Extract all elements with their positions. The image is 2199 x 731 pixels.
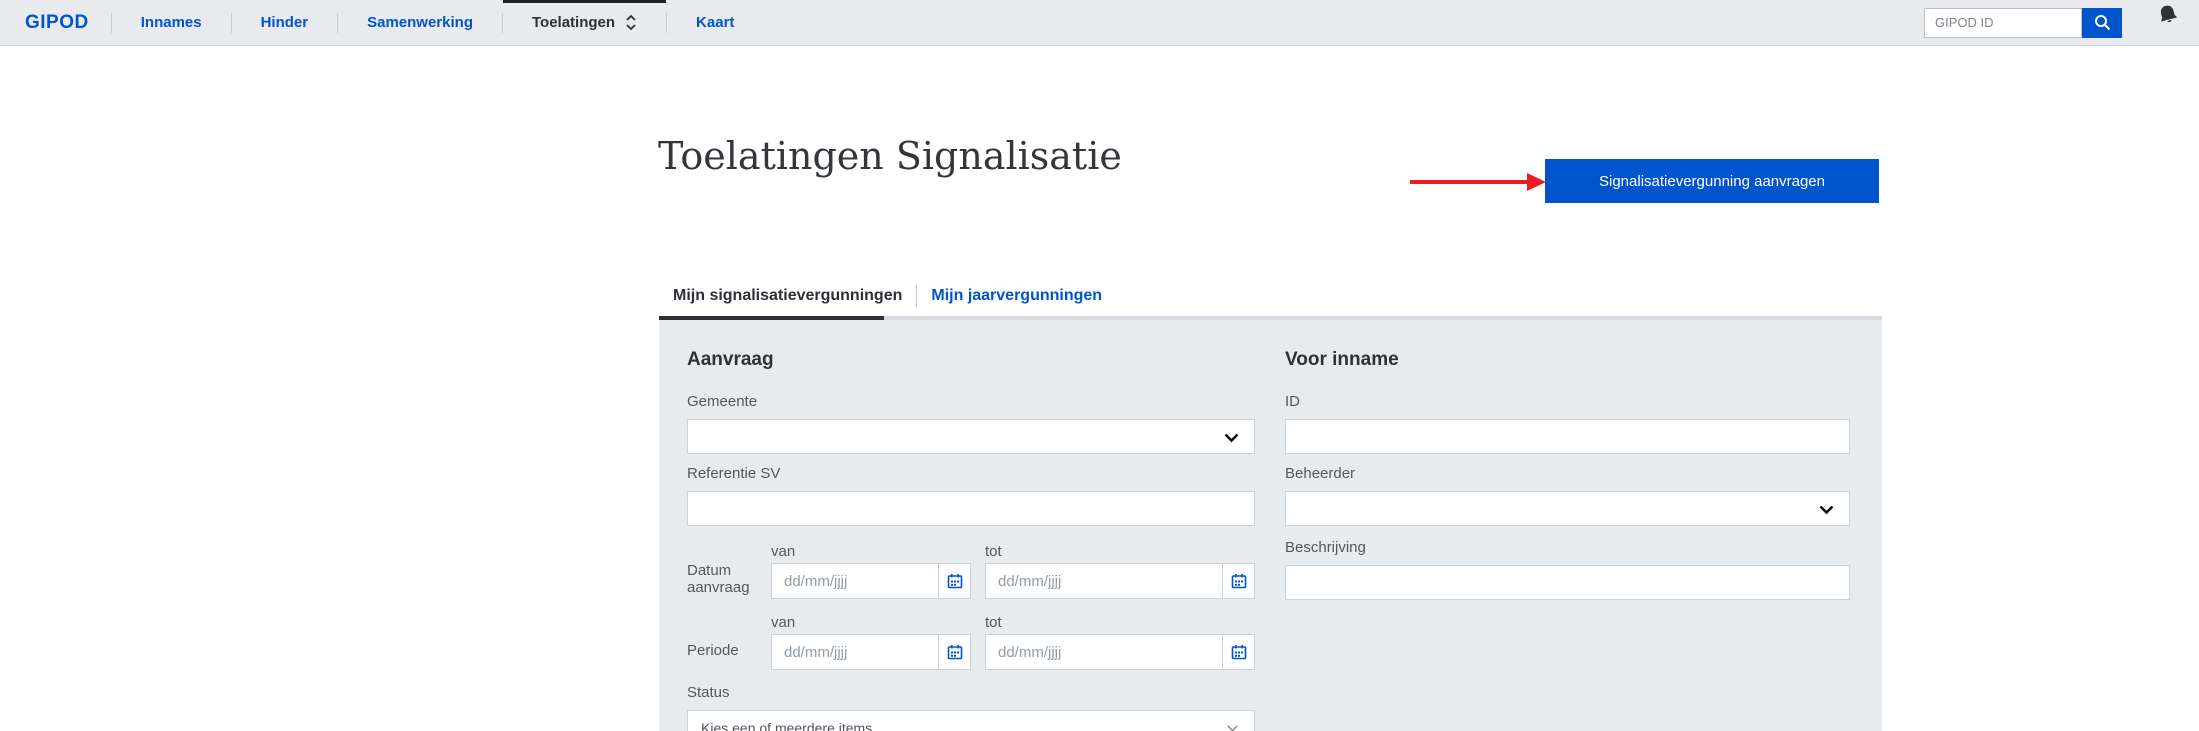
- datum-aanvraag-row: Datum aanvraag van: [687, 543, 1255, 599]
- beheerder-label: Beheerder: [1285, 465, 1850, 482]
- gipod-logo[interactable]: GIPOD: [25, 0, 111, 45]
- section-heading-voor-inname: Voor inname: [1285, 349, 1850, 371]
- id-label: ID: [1285, 393, 1850, 410]
- page-title: Toelatingen Signalisatie: [658, 134, 1122, 178]
- section-heading-aanvraag: Aanvraag: [687, 349, 1255, 371]
- datum-aanvraag-van-input[interactable]: [772, 564, 938, 598]
- referentie-sv-input[interactable]: [687, 491, 1255, 526]
- red-pointer-arrow: [1408, 169, 1548, 195]
- datum-aanvraag-van-group: van: [771, 543, 971, 599]
- nav-item-label: Hinder: [261, 14, 309, 31]
- notifications-bell-button[interactable]: [2150, 0, 2186, 30]
- datum-aanvraag-tot-input[interactable]: [986, 564, 1222, 598]
- nav-item-toelatingen[interactable]: Toelatingen: [503, 0, 666, 45]
- calendar-icon: [947, 573, 963, 589]
- periode-tot-group: tot: [985, 614, 1255, 670]
- gipod-id-search: [1924, 0, 2122, 45]
- nav-item-label: Kaart: [696, 14, 734, 31]
- datum-aanvraag-van-field: [771, 563, 971, 599]
- referentie-sv-label: Referentie SV: [687, 465, 1255, 482]
- status-placeholder: Kies een of meerdere items: [688, 720, 872, 731]
- nav-item-hinder[interactable]: Hinder: [232, 0, 338, 45]
- periode-tot-input[interactable]: [986, 635, 1222, 669]
- tot-label: tot: [985, 614, 1255, 631]
- bell-icon: [2153, 0, 2182, 29]
- nav-item-label: Toelatingen: [532, 14, 615, 31]
- tab-label: Mijn jaarvergunningen: [931, 287, 1102, 305]
- tab-mijn-signalisatievergunningen[interactable]: Mijn signalisatievergunningen: [659, 276, 916, 316]
- periode-van-input[interactable]: [772, 635, 938, 669]
- periode-van-calendar-button[interactable]: [938, 635, 970, 669]
- datum-aanvraag-label: Datum aanvraag: [687, 561, 771, 597]
- gipod-id-input[interactable]: [1924, 8, 2082, 38]
- chevron-down-icon: [1227, 725, 1238, 731]
- periode-label: Periode: [687, 632, 771, 668]
- tab-mijn-jaarvergunningen[interactable]: Mijn jaarvergunningen: [917, 276, 1116, 316]
- gemeente-label: Gemeente: [687, 393, 1255, 410]
- datum-aanvraag-tot-calendar-button[interactable]: [1222, 564, 1254, 598]
- datum-aanvraag-van-calendar-button[interactable]: [938, 564, 970, 598]
- tot-label: tot: [985, 543, 1255, 560]
- filter-column-aanvraag: Aanvraag Gemeente Referentie SV Datum aa…: [687, 320, 1255, 731]
- periode-tot-calendar-button[interactable]: [1222, 635, 1254, 669]
- tab-row: Mijn signalisatievergunningen Mijn jaarv…: [659, 276, 1882, 316]
- id-input[interactable]: [1285, 419, 1850, 454]
- periode-tot-field: [985, 634, 1255, 670]
- status-label: Status: [687, 684, 1255, 701]
- nav-item-label: Samenwerking: [367, 14, 473, 31]
- van-label: van: [771, 614, 971, 631]
- status-multiselect[interactable]: Kies een of meerdere items: [687, 710, 1255, 731]
- nav-item-label: Innames: [141, 14, 202, 31]
- filter-panel: Aanvraag Gemeente Referentie SV Datum aa…: [659, 320, 1882, 731]
- main-content: Toelatingen Signalisatie Signalisatiever…: [0, 46, 2199, 730]
- nav-item-innames[interactable]: Innames: [112, 0, 231, 45]
- chevron-down-icon: [1224, 433, 1239, 443]
- search-icon: [2094, 14, 2111, 31]
- tab-label: Mijn signalisatievergunningen: [673, 287, 902, 305]
- filter-column-voor-inname: Voor inname ID Beheerder Beschrijving: [1285, 320, 1850, 600]
- calendar-icon: [1231, 573, 1247, 589]
- permits-tabs: Mijn signalisatievergunningen Mijn jaarv…: [659, 276, 1882, 320]
- chevron-down-icon: [1819, 505, 1834, 515]
- periode-van-field: [771, 634, 971, 670]
- top-navigation-bar: GIPOD Innames Hinder Samenwerking Toelat…: [0, 0, 2199, 46]
- datum-aanvraag-tot-field: [985, 563, 1255, 599]
- calendar-icon: [1231, 644, 1247, 660]
- nav-item-samenwerking[interactable]: Samenwerking: [338, 0, 502, 45]
- beheerder-select[interactable]: [1285, 491, 1850, 526]
- search-button[interactable]: [2082, 8, 2122, 38]
- gemeente-select[interactable]: [687, 419, 1255, 454]
- nav-item-kaart[interactable]: Kaart: [667, 0, 763, 45]
- topbar-spacer: [763, 0, 1924, 45]
- chevron-up-down-icon: [625, 14, 637, 31]
- periode-van-group: van: [771, 614, 971, 670]
- beschrijving-label: Beschrijving: [1285, 539, 1850, 556]
- signalisatievergunning-aanvragen-button[interactable]: Signalisatievergunning aanvragen: [1545, 159, 1879, 203]
- beschrijving-input[interactable]: [1285, 565, 1850, 600]
- periode-row: Periode van: [687, 614, 1255, 670]
- van-label: van: [771, 543, 971, 560]
- datum-aanvraag-tot-group: tot: [985, 543, 1255, 599]
- calendar-icon: [947, 644, 963, 660]
